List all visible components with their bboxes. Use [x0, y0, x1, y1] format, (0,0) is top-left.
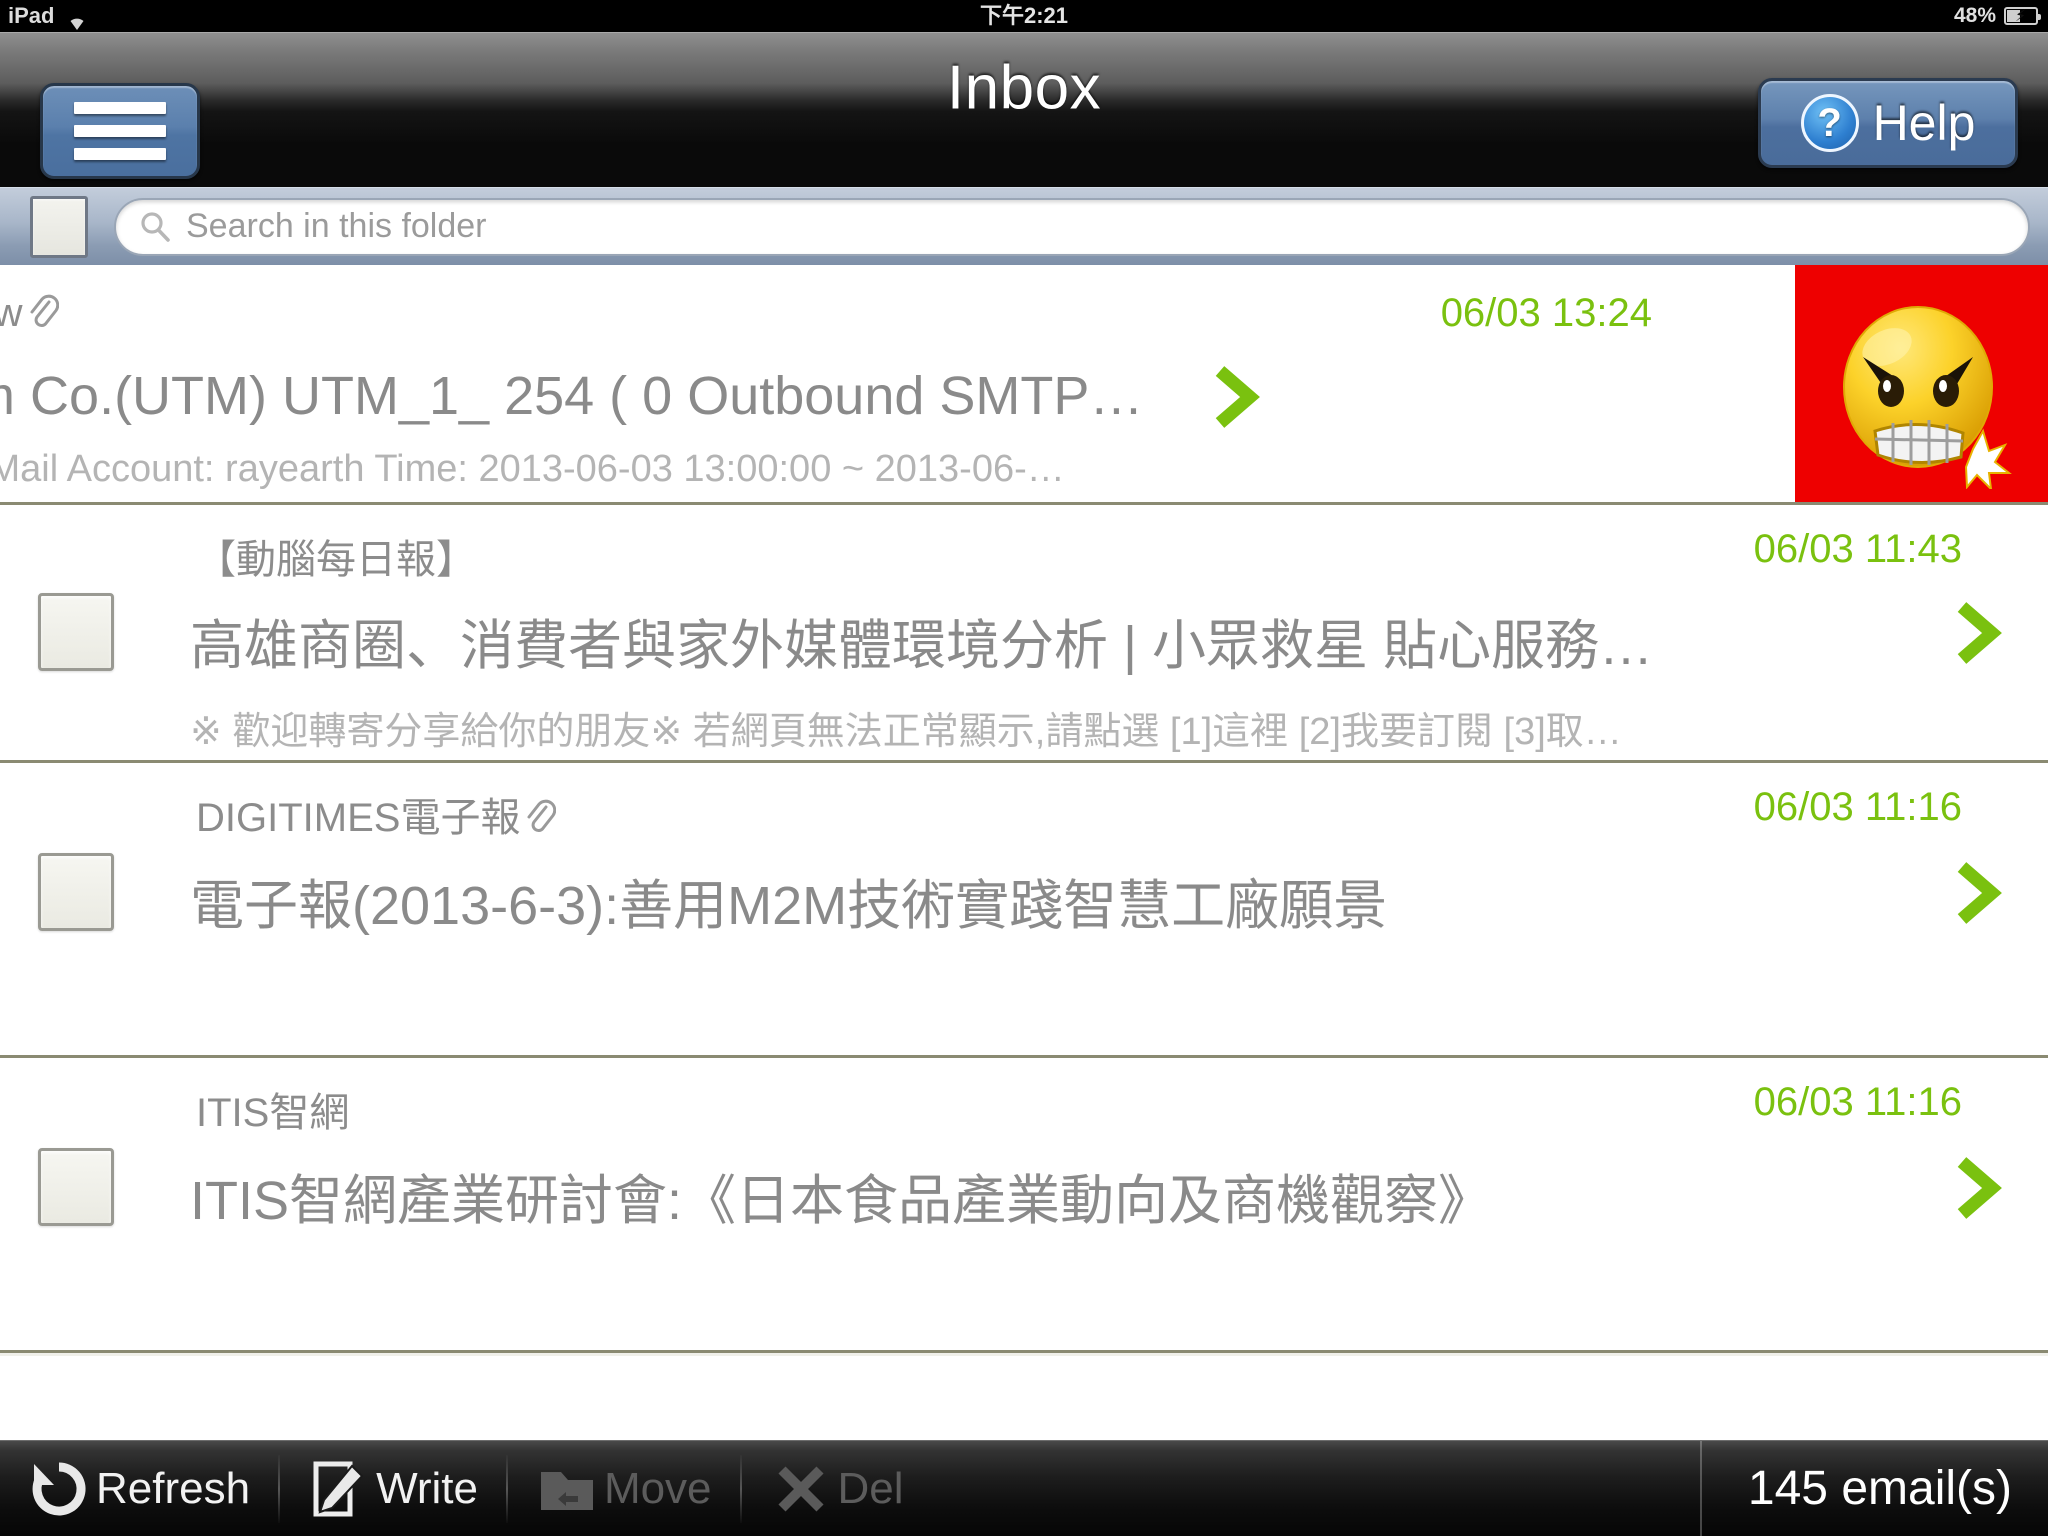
delete-label: Del: [837, 1463, 904, 1513]
delete-button[interactable]: Del: [742, 1441, 932, 1536]
email-subject: 高雄商圈、消費者與家外媒體環境分析 | 小眾救星 貼心服務…: [190, 616, 1654, 676]
chevron-right-icon[interactable]: [1950, 861, 2004, 925]
page-title: Inbox: [946, 53, 1102, 122]
email-date: 06/03 11:16: [1753, 785, 1962, 829]
email-subject: 電子報(2013-6-3):善用M2M技術實踐智慧工廠願景: [190, 876, 1388, 936]
bottom-toolbar: Refresh Write Move Del 145 email(s): [0, 1440, 2048, 1536]
angry-face-icon: [1823, 299, 2013, 492]
attachment-paperclip-icon: [522, 797, 557, 837]
battery-charging-icon: ⚡: [2004, 7, 2041, 25]
chevron-right-icon[interactable]: [1208, 365, 1262, 429]
move-label: Move: [603, 1463, 712, 1513]
row-checkbox[interactable]: [38, 853, 114, 931]
status-bar-right: 48% ⚡: [1953, 0, 2041, 32]
hamburger-menu-icon-bar: [74, 125, 166, 137]
spam-action-panel[interactable]: [1795, 265, 2048, 502]
email-subject: ITIS智網產業研討會:《日本食品產業動向及商機觀察》: [190, 1171, 1493, 1231]
email-date: 06/03 11:43: [1753, 527, 1962, 571]
search-icon: [138, 210, 172, 244]
chevron-right-icon[interactable]: [1950, 601, 2004, 665]
ios-status-bar: iPad 下午2:21 48% ⚡: [0, 0, 2048, 32]
email-row-content[interactable]: DIGITIMES電子報 06/03 11:16 電子報(2013-6-3):善…: [0, 763, 2048, 1055]
table-row[interactable]: DIGITIMES電子報 06/03 11:16 電子報(2013-6-3):善…: [0, 763, 2048, 1058]
compose-pencil-icon: [308, 1458, 370, 1520]
email-snippet: ※ 歡迎轉寄分享給你的朋友※ 若網頁無法正常顯示,請點選 [1]這裡 [2]我要…: [190, 711, 1622, 753]
hamburger-menu-icon-bar: [74, 148, 166, 160]
email-sender: DIGITIMES電子報: [196, 785, 557, 843]
email-sender: 【動腦每日報】: [196, 527, 476, 585]
navigation-bar: Inbox ? Help: [0, 32, 2048, 179]
help-button-label: Help: [1872, 95, 1976, 151]
folder-move-icon: [536, 1458, 598, 1520]
write-label: Write: [376, 1463, 478, 1513]
select-all-checkbox[interactable]: [30, 195, 88, 258]
help-button[interactable]: ? Help: [1758, 78, 2018, 168]
email-date: 06/03 11:16: [1753, 1080, 1962, 1124]
table-row[interactable]: ITIS智網 06/03 11:16 ITIS智網產業研討會:《日本食品產業動向…: [0, 1058, 2048, 1353]
email-subject: ft System Co.(UTM) UTM_1_ 254 ( 0 Outbou…: [0, 366, 1144, 426]
write-button[interactable]: Write: [280, 1441, 506, 1536]
battery-percent: 48%: [1953, 4, 1996, 27]
email-sender-text: ITIS智網: [196, 1091, 350, 1135]
status-bar-clock: 下午2:21: [979, 3, 1069, 28]
question-mark-icon: ?: [1800, 94, 1859, 152]
email-row-content[interactable]: 【動腦每日報】 06/03 11:43 高雄商圈、消費者與家外媒體環境分析 | …: [0, 505, 2048, 760]
email-sender-text: usoft.com.tw: [0, 291, 23, 335]
email-row-content[interactable]: ITIS智網 06/03 11:16 ITIS智網產業研討會:《日本食品產業動向…: [0, 1058, 2048, 1350]
table-row[interactable]: usoft.com.tw 06/03 13:24 ft System Co.(U…: [0, 265, 2048, 505]
search-bar: Search in this folder: [0, 187, 2048, 265]
email-date: 06/03 13:24: [1440, 291, 1652, 335]
search-placeholder: Search in this folder: [186, 207, 487, 245]
email-row-content[interactable]: usoft.com.tw 06/03 13:24 ft System Co.(U…: [0, 265, 1908, 502]
email-sender-text: DIGITIMES電子報: [196, 796, 521, 840]
move-button[interactable]: Move: [508, 1441, 740, 1536]
email-list[interactable]: usoft.com.tw 06/03 13:24 ft System Co.(U…: [0, 265, 2048, 1470]
search-input[interactable]: Search in this folder: [114, 197, 2030, 256]
delete-x-icon: [770, 1458, 832, 1520]
row-checkbox[interactable]: [38, 1148, 114, 1226]
refresh-label: Refresh: [96, 1463, 251, 1513]
email-sender-text: 【動腦每日報】: [196, 538, 476, 582]
row-checkbox[interactable]: [38, 593, 114, 671]
email-sender: usoft.com.tw: [0, 291, 59, 336]
refresh-button[interactable]: Refresh: [0, 1441, 278, 1536]
refresh-icon: [28, 1458, 90, 1520]
attachment-paperclip-icon: [25, 292, 59, 332]
email-snippet: Mail Notice Mail Account: rayearth Time:…: [0, 448, 1065, 490]
table-row[interactable]: 【動腦每日報】 06/03 11:43 高雄商圈、消費者與家外媒體環境分析 | …: [0, 505, 2048, 763]
ipad-mail-app: iPad 下午2:21 48% ⚡ Inbox ? Help Search in…: [0, 0, 2048, 1536]
chevron-right-icon[interactable]: [1950, 1156, 2004, 1220]
email-count: 145 email(s): [1699, 1440, 2048, 1536]
email-sender: ITIS智網: [196, 1080, 349, 1138]
